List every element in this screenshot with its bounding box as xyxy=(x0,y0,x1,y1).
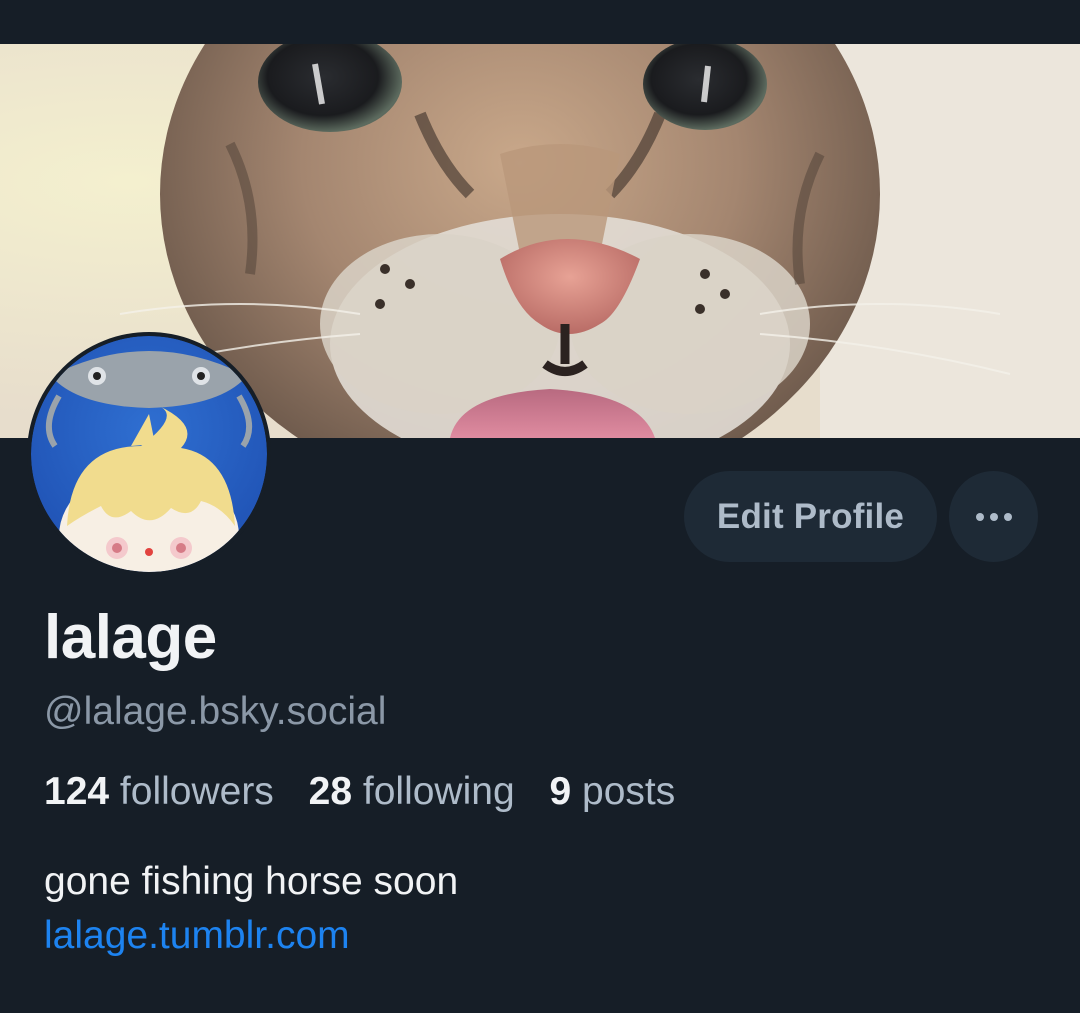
profile-stats: 124 followers 28 following 9 posts xyxy=(44,768,699,816)
posts-count: 9 xyxy=(549,770,572,813)
followers-label: followers xyxy=(119,770,274,813)
following-count: 28 xyxy=(308,770,353,813)
profile-handle: @lalage.bsky.social xyxy=(44,690,387,733)
display-name: lalage xyxy=(44,603,217,672)
posts-label: posts xyxy=(582,770,676,813)
posts-stat: 9 posts xyxy=(550,770,676,813)
status-bar xyxy=(0,0,1080,44)
avatar-image xyxy=(31,336,267,572)
profile-avatar[interactable] xyxy=(27,332,271,576)
followers-stat[interactable]: 124 followers xyxy=(44,770,285,813)
profile-screen: Edit Profile lalage @lalage.bsky.social … xyxy=(0,0,1080,1013)
edit-profile-button[interactable]: Edit Profile xyxy=(684,471,937,562)
edit-profile-label: Edit Profile xyxy=(716,496,905,536)
following-label: following xyxy=(362,770,515,813)
ellipsis-icon xyxy=(975,512,1012,521)
followers-count: 124 xyxy=(44,770,110,813)
profile-link[interactable]: lalage.tumblr.com xyxy=(44,912,350,960)
more-options-button[interactable] xyxy=(949,471,1038,562)
following-stat[interactable]: 28 following xyxy=(309,770,526,813)
profile-bio: gone fishing horse soon xyxy=(44,860,459,903)
